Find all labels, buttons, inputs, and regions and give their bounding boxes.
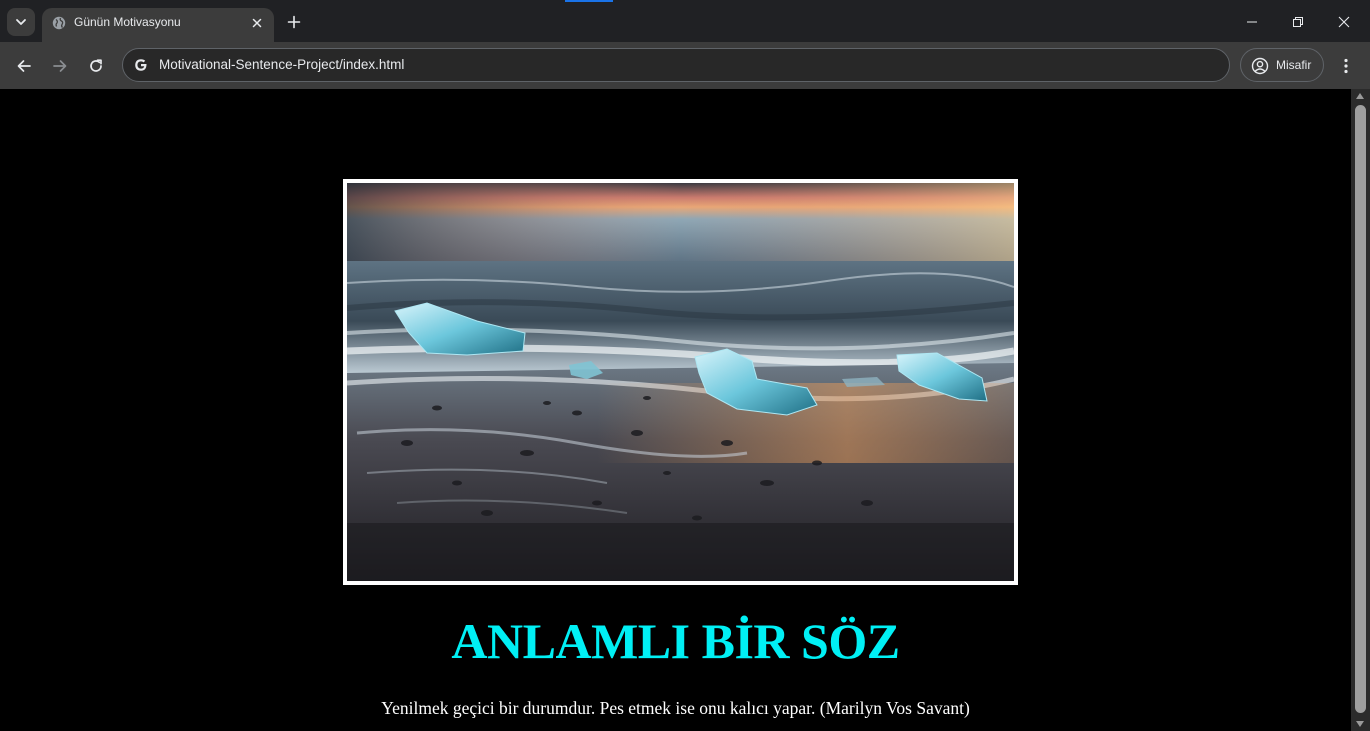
- profile-button[interactable]: Misafir: [1240, 48, 1324, 82]
- close-icon: [252, 18, 262, 28]
- minimize-button[interactable]: [1229, 6, 1275, 38]
- reload-icon: [90, 59, 102, 72]
- scroll-up-arrow-icon[interactable]: [1356, 93, 1364, 99]
- restore-icon: [1293, 17, 1303, 27]
- motivational-quote: Yenilmek geçici bir durumdur. Pes etmek …: [381, 698, 970, 718]
- kebab-menu-icon: [1344, 58, 1348, 74]
- profile-label: Misafir: [1276, 58, 1312, 72]
- person-circle-icon: [1251, 57, 1269, 75]
- browser-tab[interactable]: Günün Motivasyonu: [42, 8, 274, 42]
- tab-close-button[interactable]: [248, 14, 266, 32]
- new-tab-button[interactable]: [282, 10, 306, 34]
- page-viewport: ANLAMLI BİR SÖZ Yenilmek geçici bir duru…: [0, 89, 1351, 731]
- restore-button[interactable]: [1275, 6, 1321, 38]
- back-button[interactable]: [9, 51, 39, 81]
- plus-icon: [287, 15, 301, 29]
- address-bar[interactable]: Motivational-Sentence-Project/index.html: [122, 48, 1230, 82]
- browser-titlebar: Günün Motivasyonu: [0, 0, 1370, 42]
- google-g-icon: [135, 59, 147, 71]
- browser-toolbar: Motivational-Sentence-Project/index.html…: [0, 42, 1370, 89]
- tab-search-button[interactable]: [7, 8, 35, 36]
- minimize-icon: [1247, 21, 1257, 23]
- globe-icon: [52, 16, 66, 30]
- scrollbar-thumb[interactable]: [1355, 105, 1366, 713]
- browser-menu-button[interactable]: [1334, 51, 1358, 81]
- close-icon: [1338, 16, 1350, 28]
- arrow-right-icon: [53, 60, 67, 72]
- loading-indicator: [565, 0, 613, 2]
- beach-ice-photo: [347, 183, 1014, 581]
- tab-title: Günün Motivasyonu: [74, 15, 181, 29]
- forward-button[interactable]: [45, 51, 75, 81]
- scroll-down-arrow-icon[interactable]: [1356, 721, 1364, 727]
- reload-button[interactable]: [81, 51, 111, 81]
- address-url: Motivational-Sentence-Project/index.html: [159, 57, 405, 72]
- chevron-down-icon: [16, 19, 26, 25]
- hero-image: [343, 179, 1018, 585]
- close-window-button[interactable]: [1321, 6, 1367, 38]
- page-scrollbar[interactable]: [1351, 89, 1370, 731]
- arrow-left-icon: [17, 60, 31, 72]
- page-heading: ANLAMLI BİR SÖZ: [451, 613, 900, 669]
